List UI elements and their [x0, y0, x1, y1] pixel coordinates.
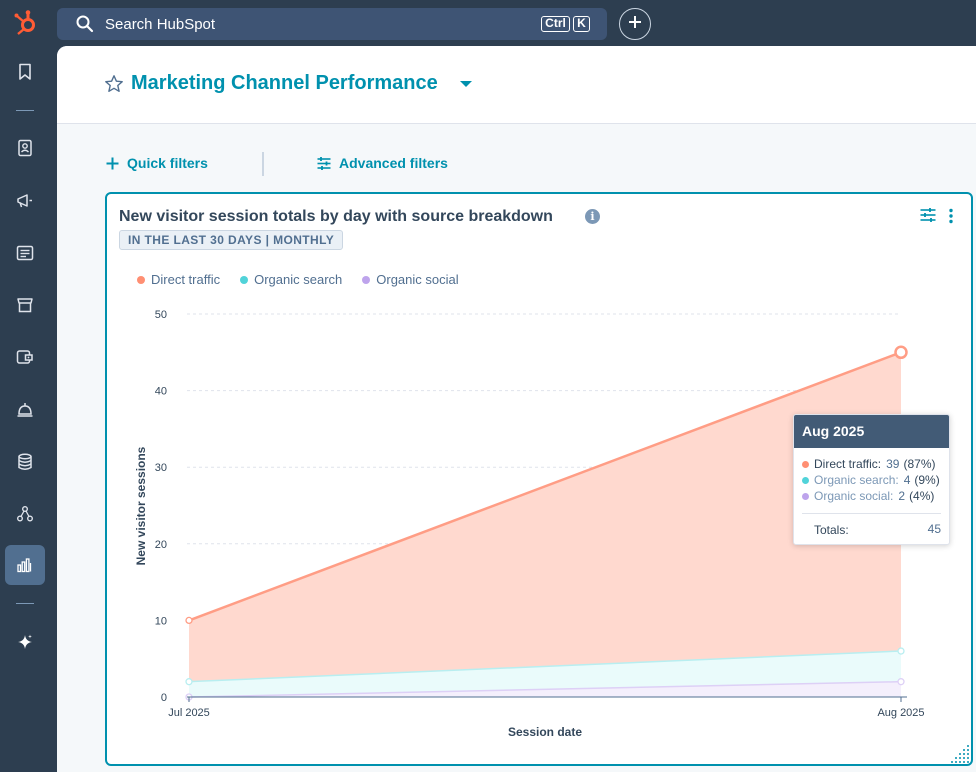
resize-handle-icon[interactable]	[949, 742, 971, 764]
data-point	[894, 345, 908, 360]
data-point	[897, 647, 905, 655]
megaphone-icon[interactable]	[13, 189, 37, 213]
tooltip-pct: (4%)	[909, 489, 935, 503]
tooltip-label: Direct traffic:	[814, 457, 882, 471]
chevron-down-icon[interactable]	[460, 81, 472, 87]
quick-filters-button[interactable]: Quick filters	[106, 155, 208, 171]
x-tick-label: Jul 2025	[168, 707, 210, 719]
chart-tooltip: Aug 2025 Direct traffic: 39 (87%) Organi…	[793, 414, 950, 545]
nav-divider	[16, 110, 34, 111]
y-tick-label: 40	[155, 386, 167, 398]
commerce-icon[interactable]	[13, 293, 37, 317]
favorite-star-icon[interactable]	[104, 74, 124, 94]
main-content: Marketing Channel Performance Quick filt…	[57, 46, 976, 772]
shortcut-key-ctrl: Ctrl	[541, 16, 570, 32]
bookmark-icon[interactable]	[13, 60, 37, 84]
hubspot-sprocket-icon[interactable]	[12, 9, 40, 37]
search-placeholder: Search HubSpot	[105, 15, 216, 33]
reporting-icon[interactable]	[13, 553, 37, 577]
create-button[interactable]	[619, 8, 651, 40]
y-tick-label: 20	[155, 539, 167, 551]
tooltip-value: 4	[903, 473, 911, 487]
data-point	[897, 678, 905, 686]
tooltip-total-label: Totals:	[814, 523, 849, 537]
filter-divider	[262, 152, 264, 176]
y-tick-label: 10	[155, 615, 167, 627]
left-sidebar	[0, 46, 50, 772]
tooltip-title: Aug 2025	[794, 415, 949, 448]
dashboard-title[interactable]: Marketing Channel Performance	[131, 72, 438, 95]
ai-sparkle-icon[interactable]	[13, 630, 37, 654]
sliders-icon	[317, 156, 331, 170]
tooltip-divider	[802, 513, 941, 514]
search-icon	[75, 14, 95, 34]
tooltip-swatch	[802, 460, 809, 468]
tooltip-row-direct: Direct traffic: 39 (87%)	[802, 457, 936, 471]
top-navigation-bar: Search HubSpot Ctrl K	[0, 0, 976, 46]
plus-icon	[628, 15, 642, 34]
search-bar[interactable]: Search HubSpot Ctrl K	[57, 8, 607, 40]
dashboard-header: Marketing Channel Performance	[57, 46, 976, 124]
report-card[interactable]: New visitor session totals by day with s…	[105, 192, 973, 766]
x-axis-title: Session date	[508, 725, 582, 739]
tooltip-pct: (9%)	[914, 473, 940, 487]
tooltip-value: 2	[898, 489, 906, 503]
advanced-filters-label: Advanced filters	[339, 155, 448, 171]
tooltip-row-organic-social: Organic social: 2 (4%)	[802, 489, 934, 503]
data-icon[interactable]	[13, 450, 37, 474]
data-point	[185, 616, 193, 625]
advanced-filters-button[interactable]: Advanced filters	[317, 155, 448, 171]
nav-divider	[16, 603, 34, 604]
tooltip-row-organic-search: Organic search: 4 (9%)	[802, 473, 940, 487]
automation-icon[interactable]	[13, 398, 37, 422]
tooltip-label: Organic social:	[814, 489, 894, 503]
service-icon[interactable]	[13, 345, 37, 369]
tooltip-pct: (87%)	[903, 457, 936, 471]
y-tick-label: 0	[161, 692, 167, 704]
y-axis-title: New visitor sessions	[134, 446, 148, 565]
tooltip-swatch	[802, 492, 809, 500]
tooltip-value: 39	[886, 457, 900, 471]
x-tick-label: Aug 2025	[877, 707, 924, 719]
tooltip-swatch	[802, 476, 809, 484]
tooltip-label: Organic search:	[814, 473, 899, 487]
connections-icon[interactable]	[13, 502, 37, 526]
quick-filters-label: Quick filters	[127, 155, 208, 171]
plus-icon	[106, 157, 119, 170]
data-point	[185, 678, 193, 686]
content-icon[interactable]	[13, 241, 37, 265]
shortcut-key-k: K	[573, 16, 590, 32]
y-tick-label: 50	[155, 309, 167, 321]
tooltip-total-value: 45	[927, 522, 941, 536]
contacts-icon[interactable]	[13, 136, 37, 160]
y-tick-label: 30	[155, 462, 167, 474]
